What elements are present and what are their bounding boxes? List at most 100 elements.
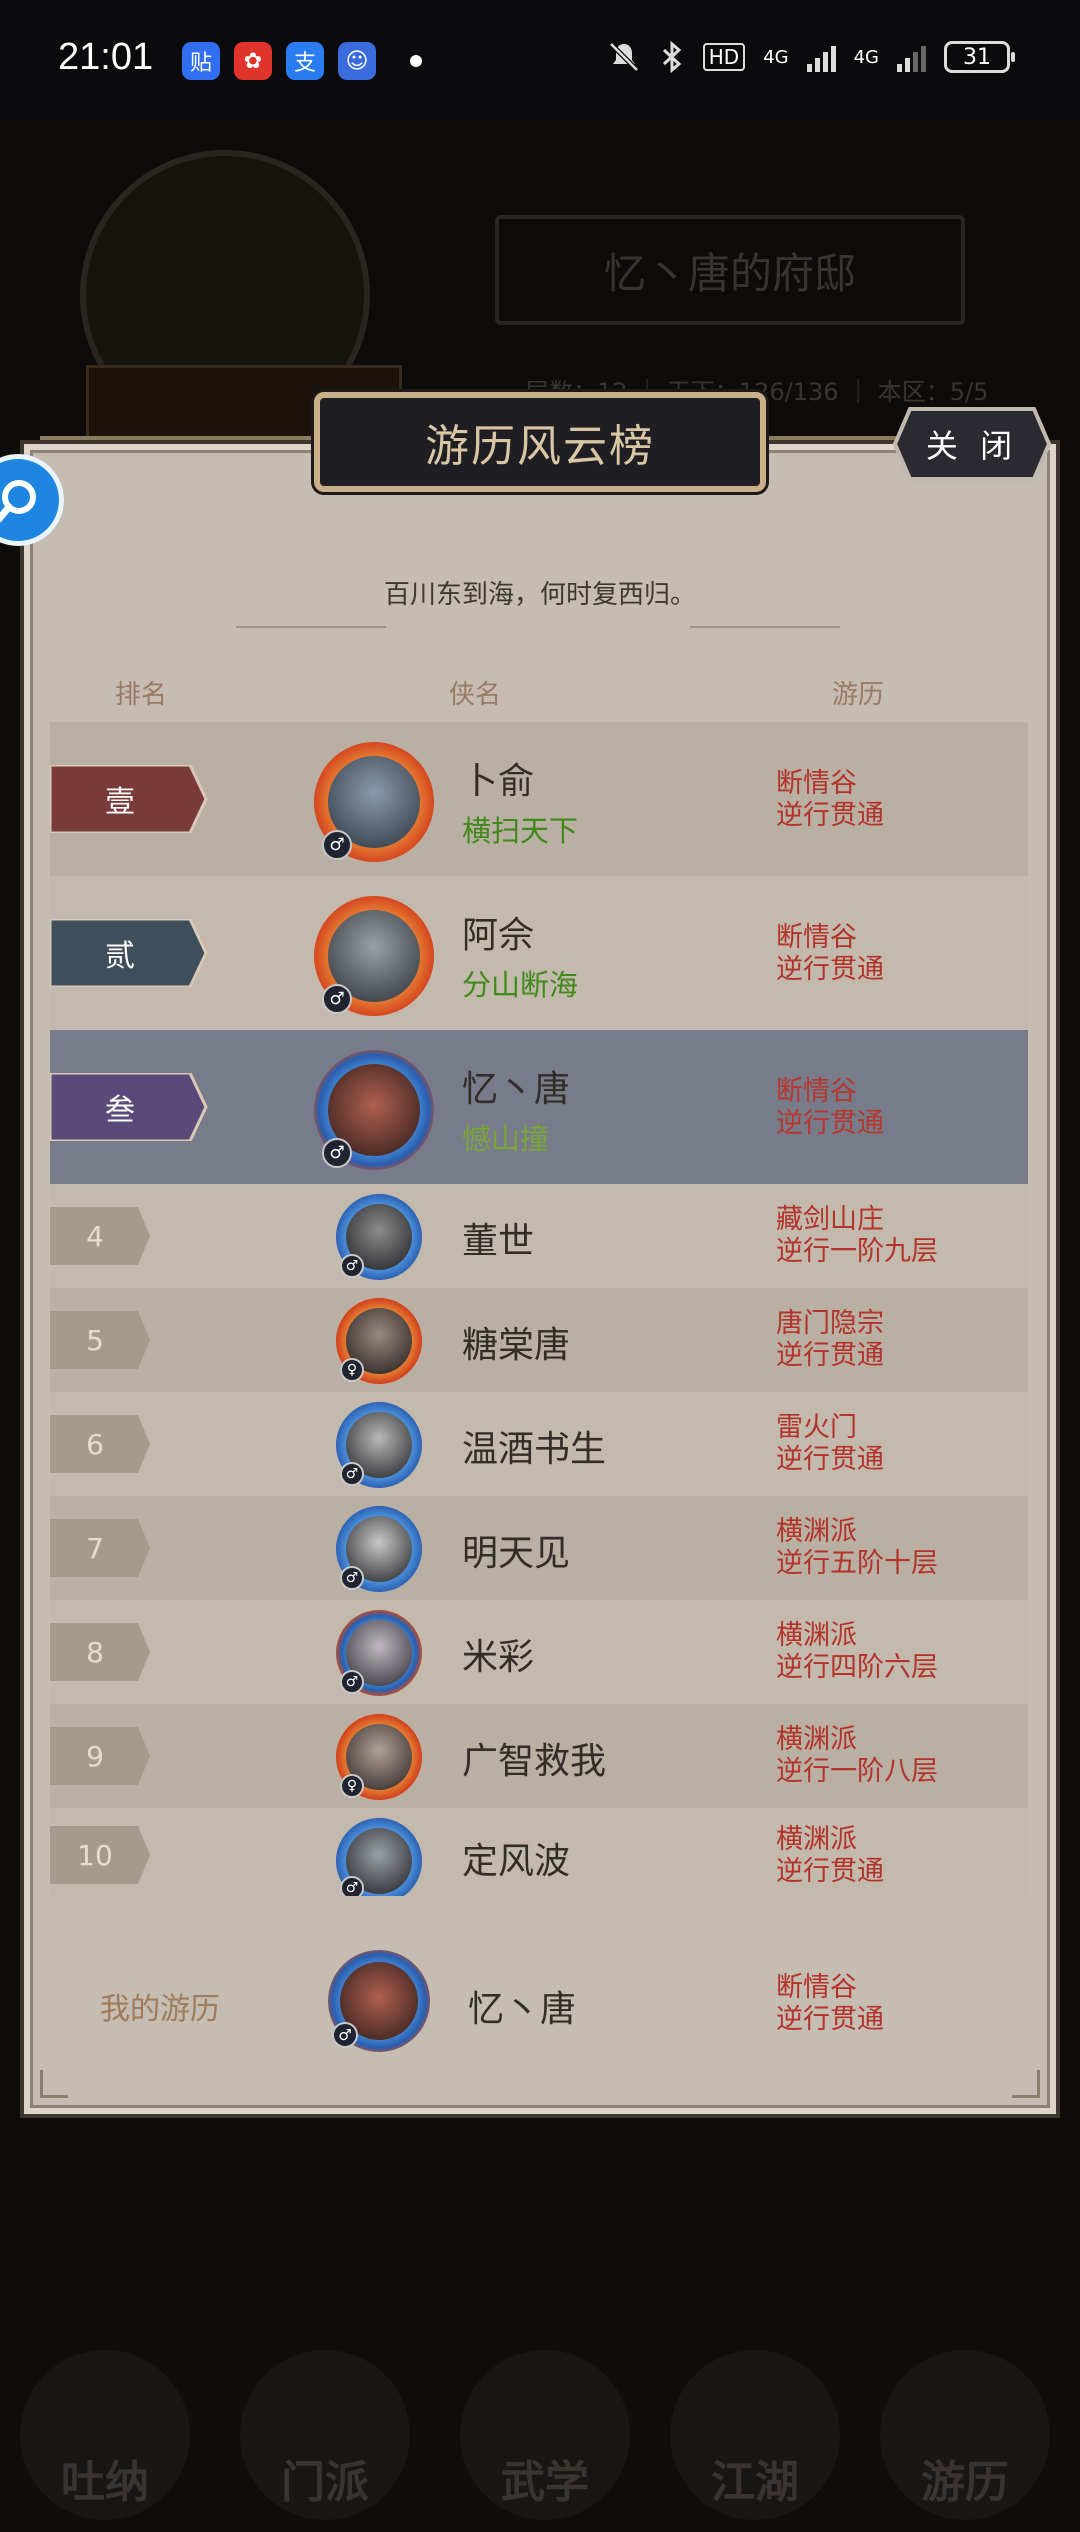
gender-icon: ♀ bbox=[340, 1358, 364, 1382]
rank-banner-3: 叁 bbox=[48, 1071, 208, 1143]
rank-label: 8 bbox=[86, 1635, 104, 1669]
close-button[interactable]: 关 闭 bbox=[892, 406, 1052, 482]
avatar: ♂ bbox=[336, 1818, 422, 1896]
rank-tag: 9 bbox=[50, 1727, 152, 1785]
rank-label: 5 bbox=[86, 1323, 104, 1357]
table-row[interactable]: 4 ♂ 董世 藏剑山庄 逆行一阶九层 bbox=[50, 1184, 1028, 1288]
table-row[interactable]: 壹 ♂ 卜俞 横扫天下 断情谷 逆行贯通 bbox=[48, 722, 1028, 876]
travel-progress: 逆行贯通 bbox=[776, 1108, 884, 1139]
avatar: ♂ bbox=[336, 1506, 422, 1592]
player-name: 广智救我 bbox=[462, 1741, 607, 1782]
player-name: 温酒书生 bbox=[462, 1429, 607, 1470]
nav-menpai[interactable]: 门派 bbox=[240, 2350, 410, 2520]
gender-icon: ♂ bbox=[332, 2022, 358, 2048]
travel-progress: 逆行贯通 bbox=[776, 800, 884, 831]
travel-progress: 逆行四阶六层 bbox=[776, 1652, 938, 1683]
column-header-rank: 排名 bbox=[115, 680, 168, 710]
player-name: 糖棠唐 bbox=[462, 1325, 571, 1366]
gender-icon: ♂ bbox=[322, 1138, 352, 1168]
rank-tag: 4 bbox=[50, 1207, 152, 1265]
rank-tag: 6 bbox=[50, 1415, 152, 1473]
close-button-label: 关 闭 bbox=[925, 427, 1019, 465]
player-name: 定风波 bbox=[462, 1841, 571, 1882]
rank-label: 7 bbox=[86, 1531, 104, 1565]
travel-progress: 逆行贯通 bbox=[776, 2004, 884, 2035]
travel-progress: 逆行贯通 bbox=[776, 954, 884, 985]
avatar: ♀ bbox=[336, 1298, 422, 1384]
subtitle-ornament-left bbox=[236, 626, 386, 628]
residence-title: 忆丶唐的府邸 bbox=[495, 215, 965, 325]
avatar: ♂ bbox=[314, 896, 434, 1016]
rank-label: 10 bbox=[77, 1838, 113, 1872]
table-row[interactable]: 贰 ♂ 阿佘 分山断海 断情谷 逆行贯通 bbox=[48, 876, 1028, 1030]
table-row-current-player[interactable]: 叁 ♂ 忆丶唐 憾山撞 断情谷 逆行贯通 bbox=[48, 1030, 1028, 1184]
travel-progress: 逆行贯通 bbox=[776, 1856, 884, 1887]
gender-icon: ♂ bbox=[322, 830, 352, 860]
travel-sect: 唐门隐宗 bbox=[776, 1308, 884, 1339]
my-travel-label: 我的游历 bbox=[100, 1992, 220, 2027]
avatar: ♂ bbox=[336, 1402, 422, 1488]
rank-tag: 5 bbox=[50, 1311, 152, 1369]
gender-icon: ♀ bbox=[340, 1774, 364, 1798]
player-title: 分山断海 bbox=[462, 968, 579, 1002]
travel-sect: 断情谷 bbox=[776, 922, 857, 953]
table-row[interactable]: 9 ♀ 广智救我 横渊派 逆行一阶八层 bbox=[50, 1704, 1028, 1808]
rank-tag: 10 bbox=[50, 1826, 152, 1884]
avatar: ♂ bbox=[314, 1050, 434, 1170]
player-name: 忆丶唐 bbox=[468, 1989, 577, 2030]
status-bar: 21:01 贴 ✿ 支 ☺ HD 4G 4G 31 bbox=[0, 0, 1080, 120]
rank-label: 9 bbox=[86, 1739, 104, 1773]
rank-label: 壹 bbox=[105, 785, 135, 820]
status-time: 21:01 bbox=[58, 36, 154, 78]
travel-sect: 横渊派 bbox=[776, 1516, 857, 1547]
travel-progress: 逆行贯通 bbox=[776, 1444, 884, 1475]
travel-sect: 横渊派 bbox=[776, 1824, 857, 1855]
table-row[interactable]: 6 ♂ 温酒书生 雷火门 逆行贯通 bbox=[50, 1392, 1028, 1496]
player-title: 憾山撞 bbox=[462, 1122, 550, 1156]
nav-tuna[interactable]: 吐纳 bbox=[20, 2350, 190, 2520]
rank-label: 4 bbox=[86, 1219, 104, 1253]
tieba-icon: 贴 bbox=[182, 42, 220, 80]
nav-jianghu[interactable]: 江湖 bbox=[670, 2350, 840, 2520]
travel-progress: 逆行贯通 bbox=[776, 1340, 884, 1371]
network-type-1: 4G bbox=[763, 46, 789, 68]
travel-progress: 逆行一阶八层 bbox=[776, 1756, 938, 1787]
nav-wuxue[interactable]: 武学 bbox=[460, 2350, 630, 2520]
rank-banner-2: 贰 bbox=[48, 917, 208, 989]
gender-icon: ♂ bbox=[322, 984, 352, 1014]
search-icon bbox=[0, 480, 36, 523]
player-name: 忆丶唐 bbox=[462, 1069, 571, 1110]
my-travel-row[interactable]: 我的游历 ♂ 忆丶唐 断情谷 逆行贯通 bbox=[50, 1900, 1028, 2100]
signal-icon-2 bbox=[897, 42, 926, 72]
alipay-icon: 支 bbox=[286, 42, 324, 80]
player-title: 横扫天下 bbox=[462, 814, 579, 848]
travel-progress: 逆行一阶九层 bbox=[776, 1236, 938, 1267]
travel-sect: 断情谷 bbox=[776, 1076, 857, 1107]
travel-sect: 断情谷 bbox=[776, 768, 857, 799]
player-name: 卜俞 bbox=[462, 761, 535, 802]
game-app-icon: ☺ bbox=[338, 42, 376, 80]
table-row[interactable]: 8 ♂ 米彩 横渊派 逆行四阶六层 bbox=[50, 1600, 1028, 1704]
column-header-name: 侠名 bbox=[449, 680, 502, 710]
travel-sect: 横渊派 bbox=[776, 1724, 857, 1755]
gender-icon: ♂ bbox=[340, 1670, 364, 1694]
xiaohongshu-icon: ✿ bbox=[234, 42, 272, 80]
battery-icon: 31 bbox=[944, 41, 1015, 73]
table-row[interactable]: 7 ♂ 明天见 横渊派 逆行五阶十层 bbox=[50, 1496, 1028, 1600]
nav-youli[interactable]: 游历 bbox=[880, 2350, 1050, 2520]
table-row[interactable]: 10 ♂ 定风波 横渊派 逆行贯通 bbox=[50, 1808, 1028, 1896]
table-row[interactable]: 5 ♀ 糖棠唐 唐门隐宗 逆行贯通 bbox=[50, 1288, 1028, 1392]
gender-icon: ♂ bbox=[340, 1566, 364, 1590]
player-name: 董世 bbox=[462, 1221, 535, 1262]
notification-icons: 贴 ✿ 支 ☺ bbox=[182, 42, 422, 80]
bluetooth-icon bbox=[662, 40, 681, 74]
player-name: 明天见 bbox=[462, 1533, 571, 1574]
avatar: ♂ bbox=[314, 742, 434, 862]
gender-icon: ♂ bbox=[340, 1462, 364, 1486]
avatar: ♂ bbox=[336, 1610, 422, 1696]
system-indicators: HD 4G 4G 31 bbox=[607, 40, 1015, 74]
bottom-nav: 吐纳 门派 武学 江湖 游历 bbox=[0, 2240, 1080, 2532]
travel-progress: 逆行五阶十层 bbox=[776, 1548, 938, 1579]
avatar: ♀ bbox=[336, 1714, 422, 1800]
panel-title: 游历风云榜 bbox=[314, 392, 766, 492]
